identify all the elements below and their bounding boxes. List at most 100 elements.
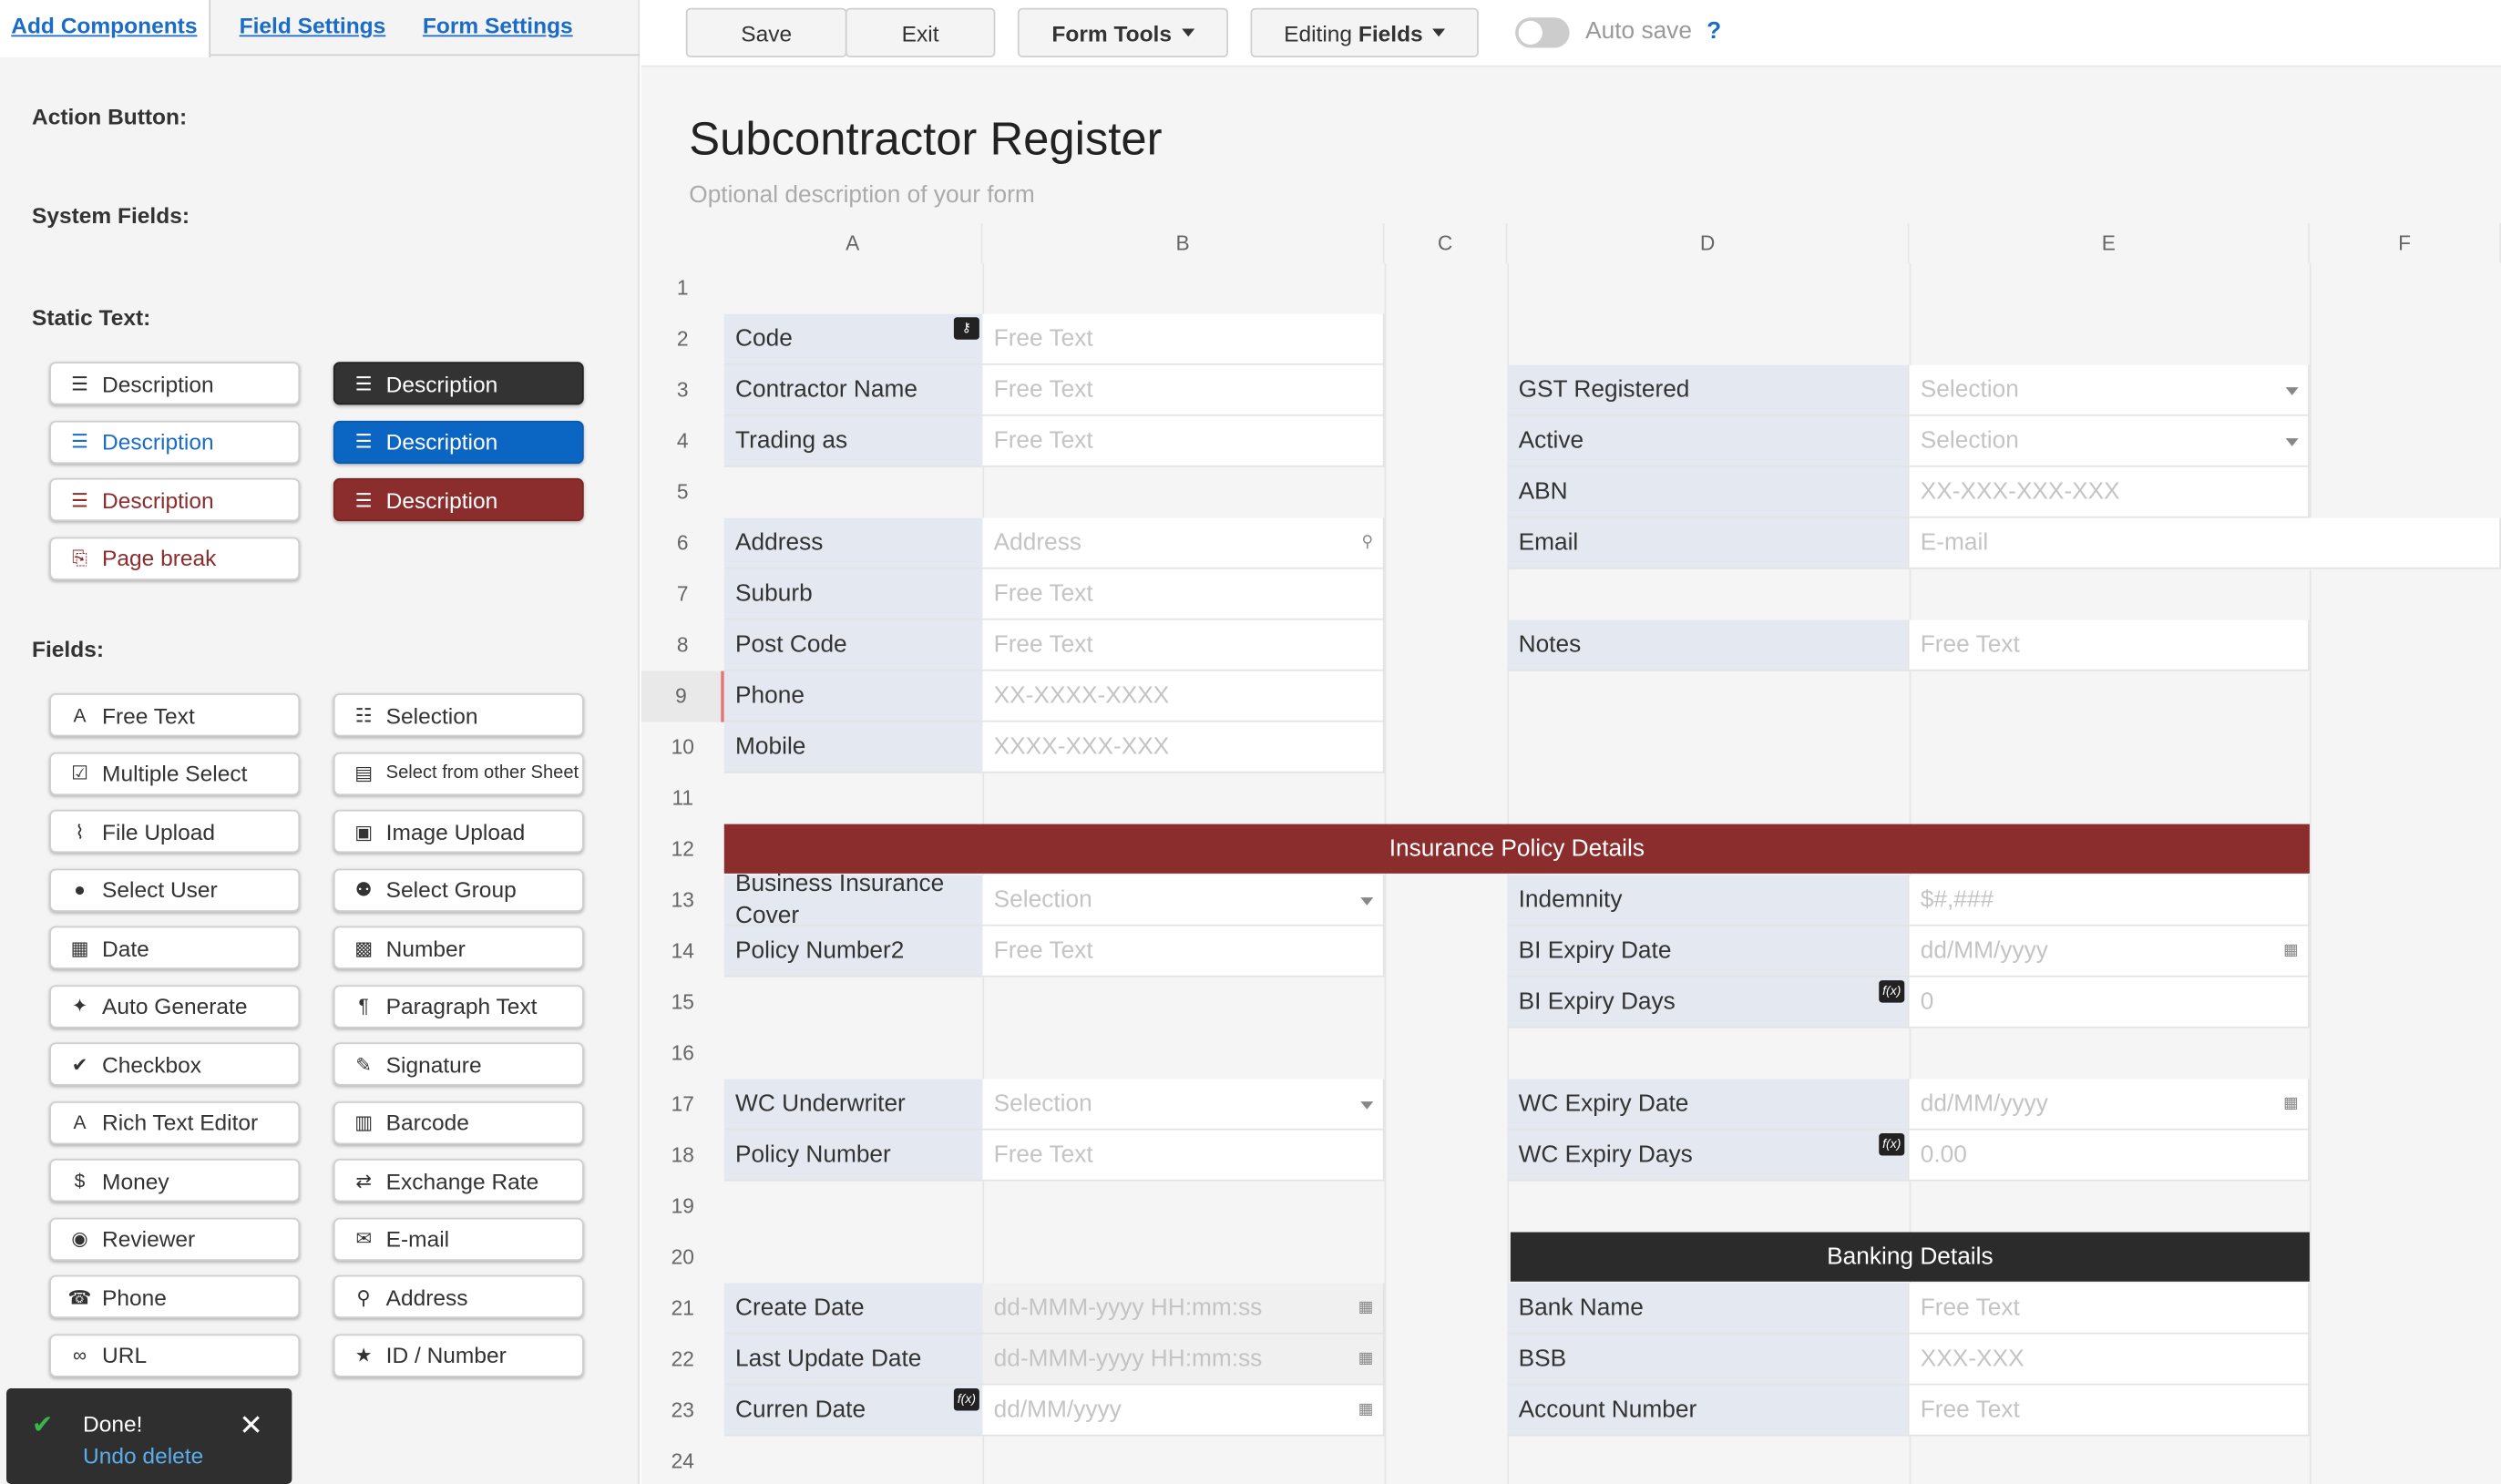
field-label-mobile[interactable]: Mobile [723,722,985,773]
field-label-address[interactable]: Address [723,517,985,569]
row-number[interactable]: 10 [641,722,724,773]
field-input-create-date[interactable]: dd-MMM-yyyy HH:mm:ss ▦ [982,1283,1385,1335]
field-input-post-code[interactable]: Free Text [982,619,1385,671]
row-number[interactable]: 16 [641,1029,724,1080]
field-label-wc-expiry-days[interactable]: WC Expiry Days f(x) [1507,1130,1910,1182]
column-header-a[interactable]: A [724,222,983,263]
field-input-phone[interactable]: XX-XXXX-XXXX [982,670,1385,722]
field-input-gst-registered[interactable]: Selection [1909,364,2310,416]
field-input-mobile[interactable]: XXXX-XXX-XXX [982,722,1385,773]
row-number[interactable]: 12 [641,824,724,875]
column-header-b[interactable]: B [982,222,1385,263]
row-number[interactable]: 3 [641,365,724,416]
column-header-e[interactable]: E [1910,222,2310,263]
component-url-button[interactable]: ∞ URL [49,1333,301,1377]
field-label-bi-expiry-date[interactable]: BI Expiry Date [1507,926,1910,977]
field-input-bank-name[interactable]: Free Text [1909,1283,2310,1335]
field-label-account-number[interactable]: Account Number [1507,1385,1910,1437]
component-description-button[interactable]: ☰ Description [333,477,584,522]
field-input-indemnity[interactable]: $#,### [1909,875,2310,926]
field-label-post-code[interactable]: Post Code [723,619,985,671]
field-input-wc-expiry-days[interactable]: 0.00 [1909,1130,2310,1182]
field-input-trading-as[interactable]: Free Text [982,415,1385,467]
form-description[interactable]: Optional description of your form [689,181,1035,209]
section-banner-insurance-policy-details[interactable]: Insurance Policy Details [723,824,2310,874]
field-label-phone[interactable]: Phone [723,670,985,722]
component-reviewer-button[interactable]: ◉ Reviewer [49,1216,301,1261]
field-input-bsb[interactable]: XXX-XXX [1909,1334,2310,1386]
column-header-f[interactable]: F [2310,222,2501,263]
component-exchange-rate-button[interactable]: ⇄ Exchange Rate [333,1159,584,1203]
component-auto-generate-button[interactable]: ✦ Auto Generate [49,984,301,1028]
row-number[interactable]: 24 [641,1437,724,1484]
field-input-business-insurance-cover[interactable]: Selection [982,875,1385,926]
component-description-button[interactable]: ☰ Description [333,362,584,405]
component-free-text-button[interactable]: A Free Text [49,693,301,737]
column-header-c[interactable]: C [1385,222,1508,263]
component-select-from-other-sheet-button[interactable]: ▤ Select from other Sheet [333,751,584,795]
component-select-user-button[interactable]: ● Select User [49,867,301,911]
field-input-wc-underwriter[interactable]: Selection [982,1079,1385,1131]
field-input-email[interactable]: E-mail [1909,517,2501,569]
field-label-active[interactable]: Active [1507,415,1910,467]
field-label-suburb[interactable]: Suburb [723,568,985,620]
row-number[interactable]: 18 [641,1131,724,1182]
component-barcode-button[interactable]: ▥ Barcode [333,1100,584,1144]
row-number[interactable]: 19 [641,1182,724,1233]
field-label-notes[interactable]: Notes [1507,619,1910,671]
field-input-policy-number[interactable]: Free Text [982,1130,1385,1182]
component-e-mail-button[interactable]: ✉ E-mail [333,1216,584,1261]
field-input-bi-expiry-date[interactable]: dd/MM/yyyy ▦ [1909,926,2310,977]
field-label-wc-expiry-date[interactable]: WC Expiry Date [1507,1079,1910,1131]
field-label-curren-date[interactable]: Curren Date f(x) [723,1385,985,1437]
component-description-button[interactable]: ☰ Description [49,420,301,464]
component-description-button[interactable]: ☰ Description [49,477,301,522]
field-label-bi-expiry-days[interactable]: BI Expiry Days f(x) [1507,977,1910,1029]
field-label-indemnity[interactable]: Indemnity [1507,875,1910,926]
field-input-bi-expiry-days[interactable]: 0 [1909,977,2310,1029]
component-signature-button[interactable]: ✎ Signature [333,1042,584,1086]
component-selection-button[interactable]: ☷ Selection [333,693,584,737]
component-phone-button[interactable]: ☎ Phone [49,1274,301,1319]
component-rich-text-editor-button[interactable]: A Rich Text Editor [49,1100,301,1144]
row-number[interactable]: 6 [641,518,724,569]
form-tools-button[interactable]: Form Tools [1017,7,1228,57]
field-label-policy-number[interactable]: Policy Number [723,1130,985,1182]
row-number[interactable]: 5 [641,467,724,518]
row-number[interactable]: 23 [641,1386,724,1437]
field-input-abn[interactable]: XX-XXX-XXX-XXX [1909,466,2310,518]
row-number[interactable]: 15 [641,977,724,1029]
editing-fields-button[interactable]: Editing Fields [1250,7,1479,57]
section-banner-banking-details[interactable]: Banking Details [1510,1232,2310,1282]
component-multiple-select-button[interactable]: ☑ Multiple Select [49,751,301,795]
row-number[interactable]: 20 [641,1233,724,1284]
field-label-create-date[interactable]: Create Date [723,1283,985,1335]
field-input-notes[interactable]: Free Text [1909,619,2310,671]
field-input-last-update-date[interactable]: dd-MMM-yyyy HH:mm:ss ▦ [982,1334,1385,1386]
tab-add-components[interactable]: Add Components [0,0,210,57]
row-number[interactable]: 7 [641,569,724,620]
component-file-upload-button[interactable]: ⌇ File Upload [49,809,301,854]
tab-field-settings[interactable]: Field Settings [228,0,396,56]
component-description-button[interactable]: ☰ Description [333,420,584,464]
save-button[interactable]: Save [685,7,847,57]
component-money-button[interactable]: $ Money [49,1159,301,1203]
component-image-upload-button[interactable]: ▣ Image Upload [333,809,584,854]
component-description-button[interactable]: ☰ Description [49,362,301,405]
row-number[interactable]: 9 [641,670,724,722]
column-header-d[interactable]: D [1507,222,1910,263]
field-input-curren-date[interactable]: dd/MM/yyyy ▦ [982,1385,1385,1437]
row-number[interactable]: 4 [641,416,724,467]
field-label-code[interactable]: Code ⚷ [723,313,985,365]
row-number[interactable]: 14 [641,926,724,977]
component-number-button[interactable]: ▩ Number [333,926,584,969]
field-label-wc-underwriter[interactable]: WC Underwriter [723,1079,985,1131]
field-label-policy-number2[interactable]: Policy Number2 [723,926,985,977]
field-label-business-insurance-cover[interactable]: Business Insurance Cover [723,869,985,928]
field-label-bank-name[interactable]: Bank Name [1507,1283,1910,1335]
close-icon[interactable]: ✕ [239,1409,262,1443]
row-number[interactable]: 1 [641,263,724,314]
tab-form-settings[interactable]: Form Settings [412,0,584,56]
component-date-button[interactable]: ▦ Date [49,926,301,969]
field-input-contractor-name[interactable]: Free Text [982,364,1385,416]
